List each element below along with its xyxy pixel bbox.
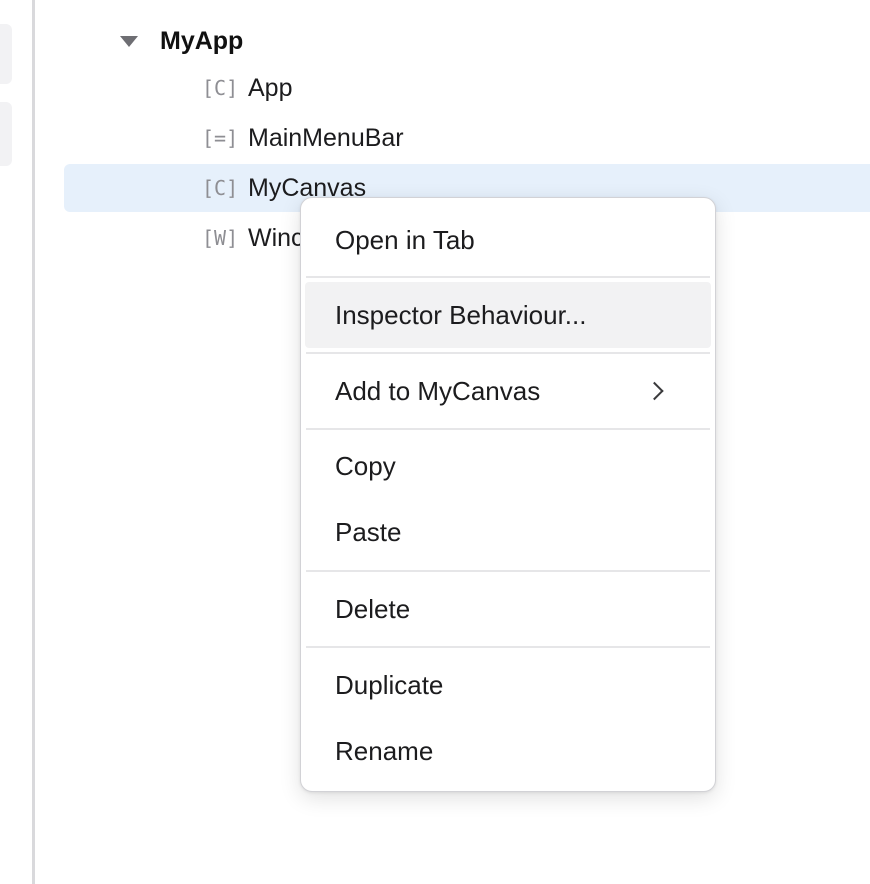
side-panel-tab[interactable]: [0, 24, 12, 84]
menu-item-label: Inspector Behaviour...: [335, 299, 587, 330]
tree-item-label: Winc: [248, 223, 304, 252]
tree-item-app[interactable]: [C] App: [202, 68, 292, 108]
kind-badge: [C]: [202, 176, 239, 200]
kind-badge: [=]: [202, 126, 239, 150]
menu-separator: [306, 276, 710, 278]
panel-divider[interactable]: [32, 0, 35, 884]
menu-separator: [306, 428, 710, 430]
tree-root-myapp[interactable]: MyApp: [120, 22, 243, 60]
menu-item-label: Duplicate: [335, 669, 444, 700]
menu-item-label: Copy: [335, 450, 396, 481]
menu-item-inspector-behaviour[interactable]: Inspector Behaviour...: [305, 282, 711, 348]
menu-separator: [306, 646, 710, 648]
menu-separator: [306, 352, 710, 354]
menu-item-copy[interactable]: Copy: [305, 436, 711, 496]
menu-item-open-in-tab[interactable]: Open in Tab: [305, 208, 711, 272]
caret-down-icon[interactable]: [120, 35, 138, 47]
tree-root-label: MyApp: [160, 26, 244, 55]
tree-item-label: App: [248, 73, 293, 102]
menu-item-label: Delete: [335, 593, 411, 624]
menu-item-rename[interactable]: Rename: [305, 720, 711, 782]
tree-item-window[interactable]: [W] Winc: [202, 218, 304, 258]
menu-item-delete[interactable]: Delete: [305, 578, 711, 640]
menu-item-label: Open in Tab: [335, 224, 475, 255]
menu-item-label: Rename: [335, 735, 434, 766]
menu-item-add-to-mycanvas[interactable]: Add to MyCanvas: [305, 358, 711, 424]
kind-badge: [W]: [202, 226, 239, 250]
menu-separator: [306, 570, 710, 572]
chevron-right-icon: [645, 381, 664, 401]
menu-item-label: Add to MyCanvas: [335, 375, 541, 406]
context-menu: Open in Tab Inspector Behaviour... Add t…: [300, 197, 716, 792]
menu-item-paste[interactable]: Paste: [305, 502, 711, 562]
kind-badge: [C]: [202, 76, 239, 100]
menu-item-duplicate[interactable]: Duplicate: [305, 654, 711, 716]
menu-item-label: Paste: [335, 516, 402, 547]
project-outline-view: MyApp [C] App [=] MainMenuBar [C] MyCanv…: [0, 0, 870, 884]
tree-item-label: MainMenuBar: [248, 123, 404, 152]
tree-item-mainmenubar[interactable]: [=] MainMenuBar: [202, 118, 404, 158]
side-panel-tab[interactable]: [0, 102, 12, 166]
